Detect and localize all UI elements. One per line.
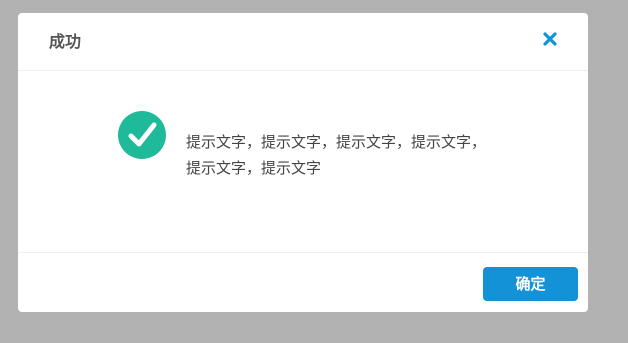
confirm-button[interactable]: 确定 — [483, 267, 578, 301]
dialog-header: 成功 — [18, 13, 588, 71]
dialog-message: 提示文字，提示文字，提示文字，提示文字，提示文字，提示文字 — [186, 133, 487, 177]
close-icon[interactable] — [542, 31, 558, 47]
dialog-body: 提示文字，提示文字，提示文字，提示文字，提示文字，提示文字 — [18, 71, 588, 252]
dialog-title: 成功 — [49, 32, 82, 51]
dialog-footer: 确定 — [18, 252, 588, 312]
success-dialog: 成功 提示文字，提示文字，提示文字，提示文字，提示文字，提示文字 确定 — [18, 13, 588, 312]
check-circle-icon — [118, 111, 166, 159]
